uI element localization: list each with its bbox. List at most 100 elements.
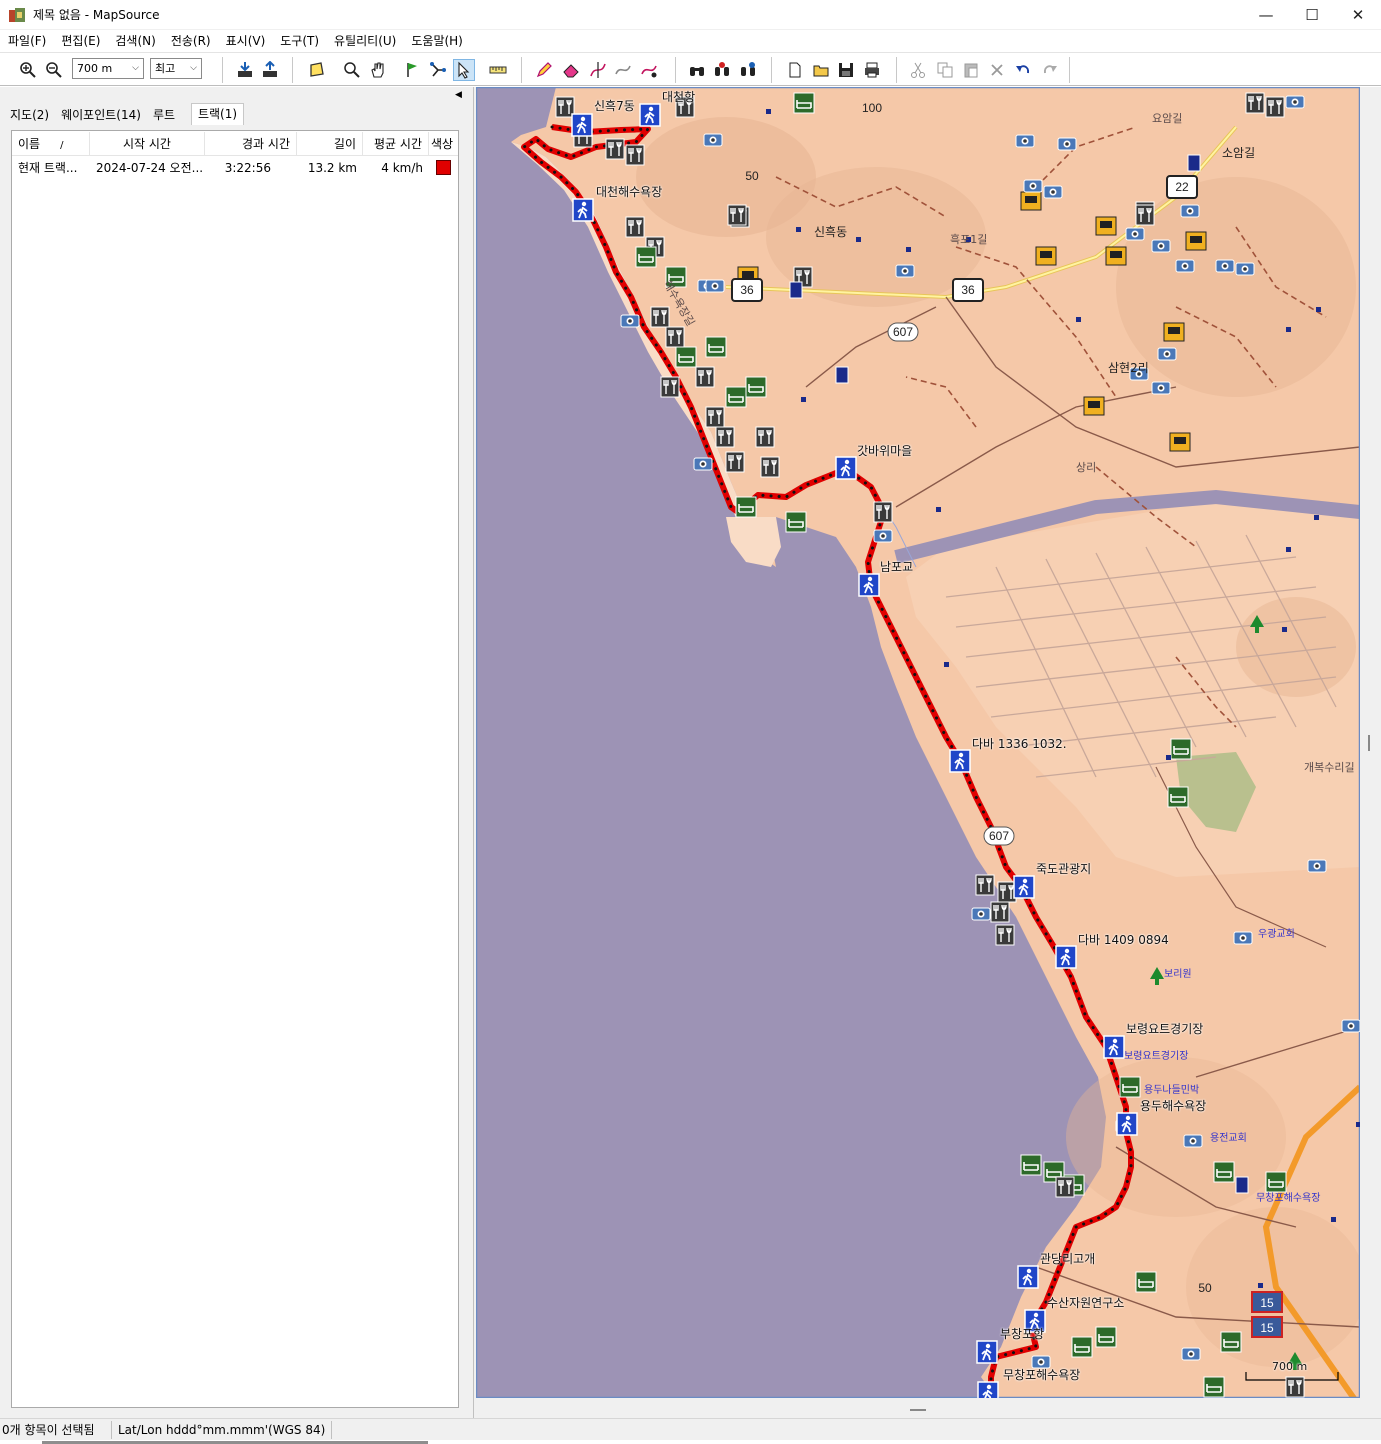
waypoint-label[interactable]: 관당리고개 (1040, 1250, 1095, 1267)
fuel-icon[interactable] (789, 281, 803, 299)
fuel-icon[interactable] (1187, 154, 1201, 172)
tab-tracks[interactable]: 트랙(1) (190, 103, 245, 125)
dot-icon[interactable] (1286, 547, 1291, 552)
dot-icon[interactable] (906, 247, 911, 252)
menu-file[interactable]: 파일(F) (0, 32, 53, 49)
track-color-cell[interactable] (429, 157, 458, 179)
restaurant-icon[interactable] (705, 406, 725, 428)
divide-track-icon[interactable] (587, 59, 609, 81)
select-arrow-icon[interactable] (453, 59, 475, 81)
waypoint-label[interactable]: 수산자원연구소 (1047, 1294, 1124, 1311)
restaurant-icon[interactable] (625, 216, 645, 238)
camera-icon[interactable] (873, 529, 893, 543)
column-header-length[interactable]: 길이 (297, 132, 363, 156)
measure-ruler-icon[interactable] (487, 59, 509, 81)
lodging-icon[interactable] (675, 346, 697, 368)
waypoint-label[interactable]: 다바 1336 1032. (972, 735, 1067, 752)
find-nearby-icon[interactable] (737, 59, 759, 81)
hiker-waypoint-icon[interactable] (858, 573, 880, 597)
lodging-icon[interactable] (725, 386, 747, 408)
find-binoculars-icon[interactable] (686, 59, 708, 81)
camera-icon[interactable] (1235, 262, 1255, 276)
tab-routes[interactable]: 루트 (147, 105, 191, 125)
tab-maps[interactable]: 지도(2) (4, 105, 55, 125)
hiker-waypoint-icon[interactable] (1116, 1112, 1138, 1136)
restaurant-icon[interactable] (990, 901, 1010, 923)
bus-icon[interactable] (1083, 396, 1105, 416)
dot-icon[interactable] (1258, 1283, 1263, 1288)
collapse-pane-icon[interactable]: ◀ (455, 90, 462, 100)
zoom-tool-icon[interactable] (341, 59, 363, 81)
restaurant-icon[interactable] (1265, 96, 1285, 118)
undo-icon[interactable] (1012, 59, 1034, 81)
copy-icon[interactable] (934, 59, 956, 81)
track-list[interactable]: 이름 / 시작 시간 경과 시간 길이 평균 시간 색상 현재 트랙... 202… (11, 130, 459, 1444)
column-header-elapsed[interactable]: 경과 시간 (205, 132, 297, 156)
restaurant-icon[interactable] (605, 138, 625, 160)
dot-icon[interactable] (1316, 307, 1321, 312)
menu-edit[interactable]: 편집(E) (53, 32, 107, 49)
camera-icon[interactable] (895, 264, 915, 278)
horizontal-splitter[interactable] (476, 1398, 1360, 1418)
hiker-waypoint-icon[interactable] (976, 1340, 998, 1364)
lodging-icon[interactable] (1071, 1336, 1093, 1358)
bus-icon[interactable] (1169, 432, 1191, 452)
fuel-icon[interactable] (835, 366, 849, 384)
menu-tools[interactable]: 도구(T) (272, 32, 326, 49)
print-icon[interactable] (861, 59, 883, 81)
waypoint-flag-icon[interactable] (401, 59, 423, 81)
zoom-in-icon[interactable] (17, 59, 39, 81)
lodging-icon[interactable] (635, 246, 657, 268)
camera-icon[interactable] (971, 907, 991, 921)
fuel-icon[interactable] (1235, 1176, 1249, 1194)
eraser-icon[interactable] (560, 59, 582, 81)
hiker-waypoint-icon[interactable] (977, 1381, 999, 1398)
bus-icon[interactable] (1020, 191, 1042, 211)
dot-icon[interactable] (856, 237, 861, 242)
lodging-icon[interactable] (1167, 786, 1189, 808)
bus-icon[interactable] (1035, 246, 1057, 266)
dot-icon[interactable] (1166, 755, 1171, 760)
camera-icon[interactable] (1125, 227, 1145, 241)
restaurant-icon[interactable] (727, 204, 747, 226)
lodging-icon[interactable] (1220, 1331, 1242, 1353)
restaurant-icon[interactable] (873, 501, 893, 523)
lodging-icon[interactable] (793, 92, 815, 114)
draw-pencil-icon[interactable] (533, 59, 555, 81)
menu-search[interactable]: 검색(N) (107, 32, 162, 49)
dot-icon[interactable] (801, 397, 806, 402)
bus-icon[interactable] (1095, 216, 1117, 236)
lodging-icon[interactable] (1095, 1326, 1117, 1348)
column-header-color[interactable]: 색상 (429, 132, 458, 156)
close-button[interactable]: ✕ (1335, 0, 1381, 30)
new-document-icon[interactable] (784, 59, 806, 81)
hiker-waypoint-icon[interactable] (1017, 1265, 1039, 1289)
camera-icon[interactable] (1285, 95, 1305, 109)
dot-icon[interactable] (1314, 515, 1319, 520)
camera-icon[interactable] (705, 279, 725, 293)
column-header-start-time[interactable]: 시작 시간 (90, 132, 205, 156)
tab-waypoints[interactable]: 웨이포인트(14) (55, 105, 147, 125)
lodging-icon[interactable] (1119, 1076, 1141, 1098)
camera-icon[interactable] (1180, 204, 1200, 218)
menu-transfer[interactable]: 전송(R) (163, 32, 218, 49)
zoom-out-icon[interactable] (43, 59, 65, 81)
maximize-button[interactable]: ☐ (1289, 0, 1335, 30)
splitter-grip[interactable] (1368, 735, 1370, 751)
bus-icon[interactable] (1163, 322, 1185, 342)
camera-icon[interactable] (1015, 134, 1035, 148)
hiker-waypoint-icon[interactable] (835, 456, 857, 480)
camera-icon[interactable] (1215, 259, 1235, 273)
restaurant-icon[interactable] (1135, 204, 1155, 226)
track-color-icon[interactable] (638, 59, 660, 81)
camera-icon[interactable] (1057, 137, 1077, 151)
camera-icon[interactable] (693, 457, 713, 471)
receive-from-device-icon[interactable] (234, 59, 256, 81)
lodging-icon[interactable] (1135, 1271, 1157, 1293)
dot-icon[interactable] (796, 227, 801, 232)
waypoint-label[interactable]: 무창포해수욕장 (1003, 1366, 1080, 1383)
dot-icon[interactable] (1282, 627, 1287, 632)
restaurant-icon[interactable] (625, 144, 645, 166)
camera-icon[interactable] (1151, 381, 1171, 395)
waypoint-label[interactable]: 다바 1409 0894 (1078, 931, 1169, 948)
